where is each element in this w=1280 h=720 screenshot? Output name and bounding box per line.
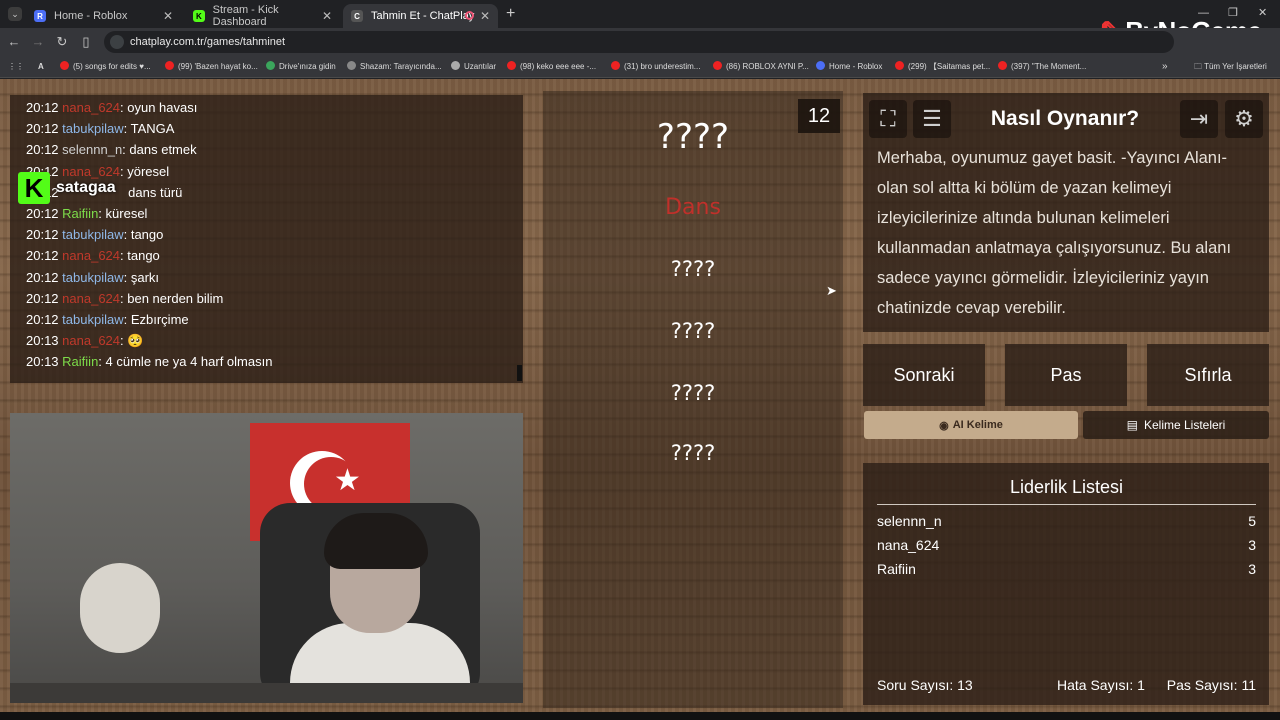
streamer-name: satagaa [56,179,116,196]
chat-message: 20:12 Raifiin: küresel [26,206,148,222]
apps-icon[interactable]: ⋮⋮ [8,61,24,73]
bottom-edge [0,712,1280,720]
exit-icon[interactable]: ⇥ [1180,100,1218,138]
close-icon[interactable]: ✕ [163,9,173,23]
reset-button[interactable]: Sıfırla [1147,344,1269,406]
bookmark-item[interactable]: (5) songs for edits ♥... [60,61,151,73]
site-info-icon[interactable] [110,35,124,49]
fullscreen-icon[interactable]: ⛶ [869,100,907,138]
bookmarks-folder[interactable]: 🗀 Tüm Yer İşaretleri [1194,61,1267,73]
chat-message: 20:12 nana_624: oyun havası [26,100,198,115]
game-page: 20:12 nana_624: oyun havası 20:12 tabukp… [0,79,1280,720]
word-lists-button[interactable]: ▤ Kelime Listeleri [1083,411,1269,439]
address-bar: ← → ↻ ▯ chatplay.com.tr/games/tahminet [0,28,1280,56]
chatplay-icon: C [351,10,363,22]
forward-icon[interactable]: → [30,34,46,50]
tab-roblox[interactable]: R Home - Roblox ✕ [26,4,181,28]
bookmarks-bar: ⋮⋮ A (5) songs for edits ♥... (99) 'Baze… [0,56,1280,78]
chat-message: 20:12 tabukpilaw: tango [26,227,164,243]
chat-panel: 20:12 nana_624: oyun havası 20:12 tabukp… [10,95,523,383]
pass-count: Pas Sayısı: 11 [1166,677,1256,693]
leaderboard-row: selennn_n 5 [877,513,1256,529]
robot-icon: ◉ [939,419,949,432]
chat-message: 20:13 Raifiin: 4 cümle ne ya 4 harf olma… [26,354,273,370]
tab-kick[interactable]: K Stream - Kick Dashboard ✕ [185,4,340,28]
leaderboard-row: nana_624 3 [877,537,1256,553]
bookmark-item[interactable]: Uzantılar [451,61,496,73]
roblox-icon: R [34,10,46,22]
tab-title: Home - Roblox [54,10,128,22]
leaderboard-title: Liderlik Listesi [877,477,1256,505]
close-icon[interactable]: ✕ [322,9,332,23]
question-count: Soru Sayısı: 13 [877,677,973,693]
kick-overlay: K satagaa [18,171,116,205]
chat-message: 20:12 selennn_n: dans etmek [26,142,197,158]
kick-logo-icon: K [18,172,50,204]
hidden-word: ???? [670,441,716,465]
pass-button[interactable]: Pas [1005,344,1127,406]
bookmark-item[interactable]: (31) bro underestim... [611,61,700,73]
recording-icon [465,11,474,20]
leaderboard-row: Raifiin 3 [877,561,1256,577]
webcam-feed: ★ [10,413,523,703]
more-bookmarks-icon[interactable]: » [1162,61,1168,73]
reload-icon[interactable]: ↻ [54,34,70,50]
main-word: ???? [656,117,730,157]
streamer-image [290,513,470,703]
bookmark-item[interactable]: (86) ROBLOX AYNI P... [713,61,809,73]
chat-scrollbar[interactable] [517,365,522,381]
chat-message: 20:12 tabukpilaw: Ezbırçime [26,312,189,328]
bookmark-item[interactable]: (98) keko eee eee -... [507,61,596,73]
hidden-word: ???? [670,257,716,281]
tab-title: Stream - Kick Dashboard [212,4,279,28]
gear-icon[interactable]: ⚙ [1225,100,1263,138]
bookmark-item[interactable]: Shazam: Tarayıcında... [347,61,442,73]
bookmark-item[interactable]: Drive'ınıza gidin [266,61,336,73]
url-field[interactable]: chatplay.com.tr/games/tahminet [104,31,1174,53]
hidden-word: ???? [670,319,716,343]
kick-icon: K [193,10,205,22]
url-text: chatplay.com.tr/games/tahminet [130,36,286,48]
chat-message: 20:12 nana_624: tango [26,248,160,264]
next-button[interactable]: Sonraki [863,344,985,406]
tab-title: Tahmin Et - ChatPlay [371,10,475,22]
chat-message: 20:12 nana_624: ben nerden bilim [26,290,224,306]
bookmark-item[interactable]: (99) 'Bazen hayat ko... [165,61,258,73]
close-icon[interactable]: ✕ [480,9,490,23]
error-count: Hata Sayısı: 1 [1057,677,1145,693]
browser-tab-bar: ⌄ R Home - Roblox ✕ K Stream - Kick Dash… [0,0,1280,28]
plush-toy-image [80,563,160,653]
how-to-play-title: Nasıl Oynanır? [990,107,1140,130]
hidden-word: ???? [670,381,716,405]
sidebar-icon[interactable]: ▯ [78,34,94,50]
bookmark-item[interactable]: (397) "The Moment... [998,61,1086,73]
chat-message: 20:12 tabukpilaw: şarkı [26,269,160,285]
chat-message: 20:13 nana_624: 🥺 [26,333,144,349]
tab-search-button[interactable]: ⌄ [8,7,22,21]
list-icon: ▤ [1126,418,1138,432]
mouse-cursor-icon: ➤ [826,283,837,298]
back-icon[interactable]: ← [6,34,22,50]
bookmark-item[interactable]: (299) 【Saitamas pet... [895,61,990,73]
tab-chatplay[interactable]: C Tahmin Et - ChatPlay ✕ [343,4,498,28]
hint-word: Dans [665,195,721,220]
chat-message: 20:12 tabukpilaw: TANGA [26,121,175,137]
desk-image [10,683,523,703]
bookmark-a-icon[interactable]: A [38,61,44,73]
new-tab-button[interactable]: + [506,5,515,23]
ai-word-button[interactable]: ◉ AI Kelime [864,411,1078,439]
how-to-play-text: Merhaba, oyunumuz gayet basit. -Yayıncı … [877,149,1232,317]
document-icon[interactable]: ☰ [913,100,951,138]
bookmark-item[interactable]: Home - Roblox [816,61,882,73]
